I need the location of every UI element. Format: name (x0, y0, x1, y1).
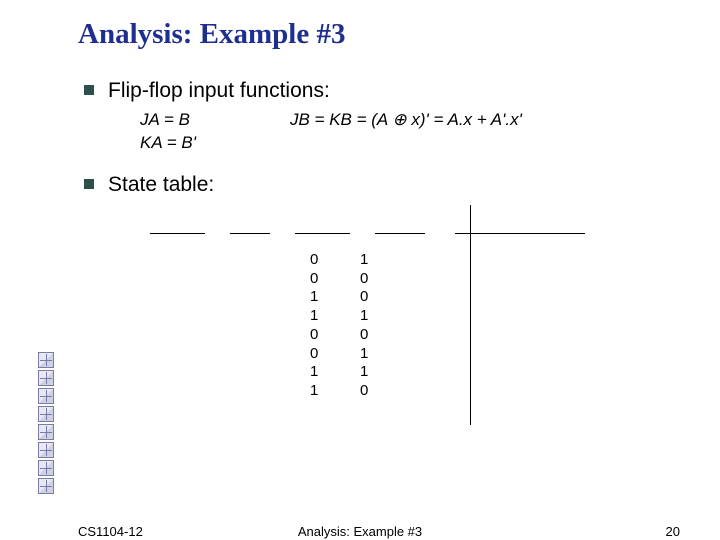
placeholder-box-icon (38, 388, 54, 404)
cell: 1 (360, 345, 410, 364)
placeholder-box-icon (38, 478, 54, 494)
bullet-statetable-text: State table: (108, 173, 720, 197)
bullet-marker-icon (84, 179, 94, 189)
cell: 1 (360, 307, 410, 326)
cell: 1 (310, 382, 360, 401)
equation-row: JA = B JB = KB = (A ⊕ x)' = A.x + A'.x' (140, 109, 720, 132)
table-row: 00 (310, 326, 410, 345)
cell: 0 (310, 326, 360, 345)
table-row: 00 (310, 270, 410, 289)
cell: 1 (310, 307, 360, 326)
table-vertical-rule (470, 205, 471, 425)
placeholder-box-icon (38, 424, 54, 440)
table-row: 10 (310, 382, 410, 401)
cell: 1 (360, 251, 410, 270)
bullet-marker-icon (84, 85, 94, 95)
placeholder-box-icon (38, 442, 54, 458)
cell: 1 (310, 363, 360, 382)
equation-jb: JB = KB = (A ⊕ x)' = A.x + A'.x' (290, 109, 522, 132)
cell: 0 (310, 270, 360, 289)
slide-title: Analysis: Example #3 (78, 18, 720, 51)
table-row: 01 (310, 251, 410, 270)
bullet-flipflop-text: Flip-flop input functions: (108, 79, 720, 103)
table-row: 11 (310, 307, 410, 326)
bullet-flipflop: Flip-flop input functions: (108, 79, 720, 103)
bullet-statetable: State table: (108, 173, 720, 197)
table-row: 01 (310, 345, 410, 364)
table-data: 01 00 10 11 00 01 11 10 (310, 251, 410, 401)
sidebar-icons (38, 352, 54, 494)
equations-block: JA = B JB = KB = (A ⊕ x)' = A.x + A'.x' … (140, 109, 720, 155)
equation-row: KA = B' (140, 132, 720, 155)
table-row: 10 (310, 288, 410, 307)
footer-page-number: 20 (666, 524, 680, 539)
cell: 1 (360, 363, 410, 382)
cell: 0 (310, 251, 360, 270)
slide: Analysis: Example #3 Flip-flop input fun… (0, 0, 720, 540)
placeholder-box-icon (38, 460, 54, 476)
cell: 0 (360, 382, 410, 401)
placeholder-box-icon (38, 406, 54, 422)
equation-ka: KA = B' (140, 132, 290, 155)
table-row: 11 (310, 363, 410, 382)
placeholder-box-icon (38, 352, 54, 368)
cell: 0 (360, 270, 410, 289)
cell: 0 (360, 288, 410, 307)
state-table: 01 00 10 11 00 01 11 10 (170, 233, 720, 433)
equation-ja: JA = B (140, 109, 290, 132)
footer-center: Analysis: Example #3 (0, 524, 720, 539)
cell: 0 (310, 345, 360, 364)
table-frame: 01 00 10 11 00 01 11 10 (170, 233, 545, 433)
cell: 1 (310, 288, 360, 307)
cell: 0 (360, 326, 410, 345)
placeholder-box-icon (38, 370, 54, 386)
